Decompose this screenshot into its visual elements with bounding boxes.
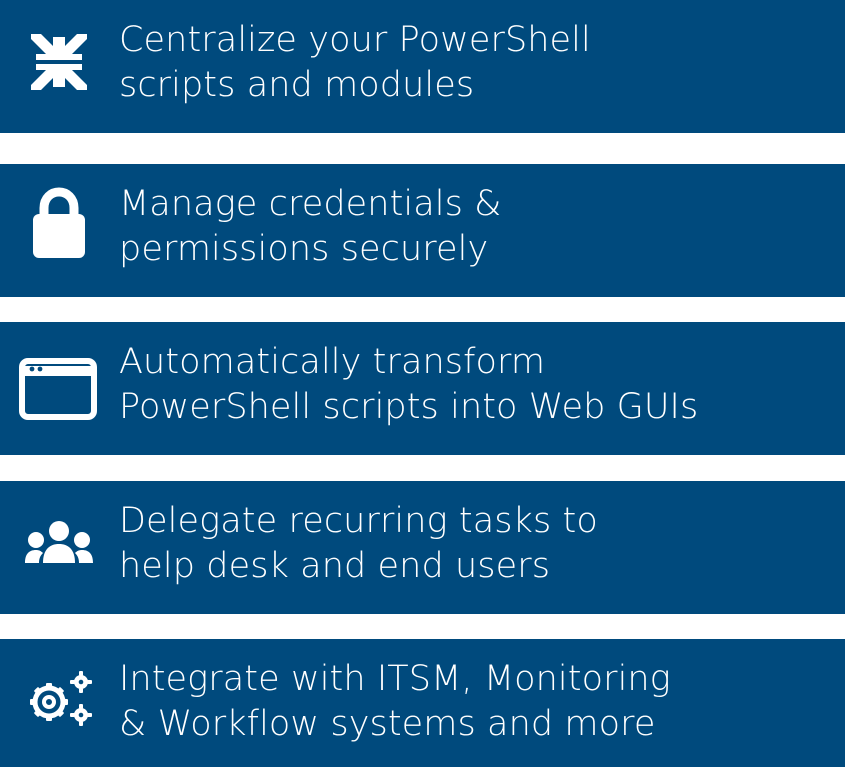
feature-text-web-gui: Automatically transform PowerShell scrip…: [119, 340, 698, 430]
feature-line-2: permissions securely: [119, 229, 489, 269]
feature-banner-web-gui: Automatically transform PowerShell scrip…: [0, 322, 845, 455]
feature-line-2: scripts and modules: [119, 65, 475, 105]
feature-text-credentials: Manage credentials & permissions securel…: [119, 182, 502, 272]
feature-line-1: Centralize your PowerShell: [119, 20, 591, 60]
feature-line-1: Integrate with ITSM, Monitoring: [119, 659, 671, 699]
feature-line-1: Manage credentials &: [119, 184, 502, 224]
gears-icon: [18, 659, 100, 739]
browser-window-icon: [18, 345, 100, 425]
feature-banner-centralize: Centralize your PowerShell scripts and m…: [0, 0, 845, 133]
feature-text-integrate: Integrate with ITSM, Monitoring & Workfl…: [119, 657, 671, 747]
feature-banner-credentials: Manage credentials & permissions securel…: [0, 164, 845, 297]
feature-banner-delegate: Delegate recurring tasks to help desk an…: [0, 481, 845, 614]
feature-line-2: help desk and end users: [119, 546, 551, 586]
feature-line-1: Automatically transform: [119, 342, 546, 382]
users-group-icon: [18, 503, 100, 583]
feature-banner-integrate: Integrate with ITSM, Monitoring & Workfl…: [0, 639, 845, 767]
lock-icon: [18, 184, 100, 264]
feature-text-delegate: Delegate recurring tasks to help desk an…: [119, 499, 598, 589]
feature-line-1: Delegate recurring tasks to: [119, 501, 598, 541]
feature-text-centralize: Centralize your PowerShell scripts and m…: [119, 18, 591, 108]
feature-line-2: PowerShell scripts into Web GUIs: [119, 387, 699, 427]
compress-arrows-icon: [18, 22, 100, 102]
feature-line-2: & Workflow systems and more: [119, 704, 656, 744]
